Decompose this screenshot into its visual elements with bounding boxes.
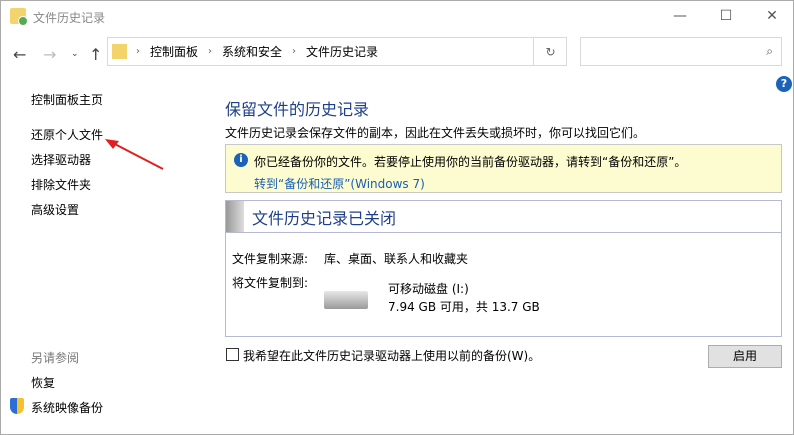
breadcrumb-item[interactable]: 系统和安全 xyxy=(222,43,282,60)
status-title: 文件历史记录已关闭 xyxy=(252,208,397,228)
app-icon xyxy=(10,8,28,26)
shield-icon xyxy=(10,398,24,414)
forward-icon[interactable]: → xyxy=(43,45,56,64)
up-icon[interactable]: ↑ xyxy=(89,45,102,64)
enable-button[interactable]: 启用 xyxy=(708,345,782,368)
address-bar[interactable]: › 控制面板 › 系统和安全 › 文件历史记录 xyxy=(107,37,567,66)
window-title: 文件历史记录 xyxy=(33,11,106,25)
maximize-button[interactable]: ☐ xyxy=(703,1,749,31)
search-input[interactable]: ⌕ xyxy=(580,37,782,66)
source-label: 文件复制来源: xyxy=(232,252,309,266)
destination-label: 将文件复制到: xyxy=(232,276,309,290)
info-banner: i 你已经备份你的文件。若要停止使用你的当前备份驱动器，请转到“备份和还原”。 … xyxy=(225,144,782,193)
search-icon: ⌕ xyxy=(766,44,773,58)
status-card: 文件历史记录已关闭 文件复制来源: 库、桌面、联系人和收藏夹 将文件复制到: 可… xyxy=(225,200,782,337)
see-also-heading: 另请参阅 xyxy=(31,351,80,365)
info-text: 你已经备份你的文件。若要停止使用你的当前备份驱动器，请转到“备份和还原”。 xyxy=(254,155,687,169)
sidebar-item-exclude[interactable]: 排除文件夹 xyxy=(31,176,91,193)
drive-space: 7.94 GB 可用，共 13.7 GB xyxy=(388,300,540,314)
recent-dropdown-icon[interactable]: ⌄ xyxy=(71,49,79,59)
info-icon: i xyxy=(234,153,248,167)
sidebar-item-advanced[interactable]: 高级设置 xyxy=(31,201,79,218)
status-indicator xyxy=(226,201,244,232)
breadcrumb-item[interactable]: 控制面板 xyxy=(150,43,198,60)
checkbox-label[interactable]: 我希望在此文件历史记录驱动器上使用以前的备份(W)。 xyxy=(243,347,540,364)
sidebar-link-system-image[interactable]: 系统映像备份 xyxy=(31,399,103,416)
help-icon[interactable]: ? xyxy=(776,76,792,92)
refresh-icon[interactable]: ↻ xyxy=(533,37,567,66)
sidebar-link-recovery[interactable]: 恢复 xyxy=(31,374,55,391)
use-previous-backup-checkbox[interactable] xyxy=(226,348,239,361)
minimize-button[interactable]: — xyxy=(657,1,703,31)
close-button[interactable]: ✕ xyxy=(749,1,794,31)
source-value: 库、桌面、联系人和收藏夹 xyxy=(324,252,469,266)
drive-name: 可移动磁盘 (I:) xyxy=(388,282,469,296)
sidebar-item-home[interactable]: 控制面板主页 xyxy=(31,91,103,108)
page-description: 文件历史记录会保存文件的副本，因此在文件丢失或损坏时，你可以找回它们。 xyxy=(225,126,646,140)
back-icon[interactable]: ← xyxy=(13,45,26,64)
drive-icon xyxy=(324,291,368,309)
sidebar-item-drive[interactable]: 选择驱动器 xyxy=(31,151,91,168)
backup-restore-link[interactable]: 转到“备份和还原”(Windows 7) xyxy=(254,175,425,192)
sidebar-item-restore[interactable]: 还原个人文件 xyxy=(31,126,103,143)
page-title: 保留文件的历史记录 xyxy=(225,100,370,119)
folder-icon xyxy=(112,44,127,59)
breadcrumb-item[interactable]: 文件历史记录 xyxy=(306,43,378,60)
red-arrow-annotation xyxy=(105,139,164,170)
